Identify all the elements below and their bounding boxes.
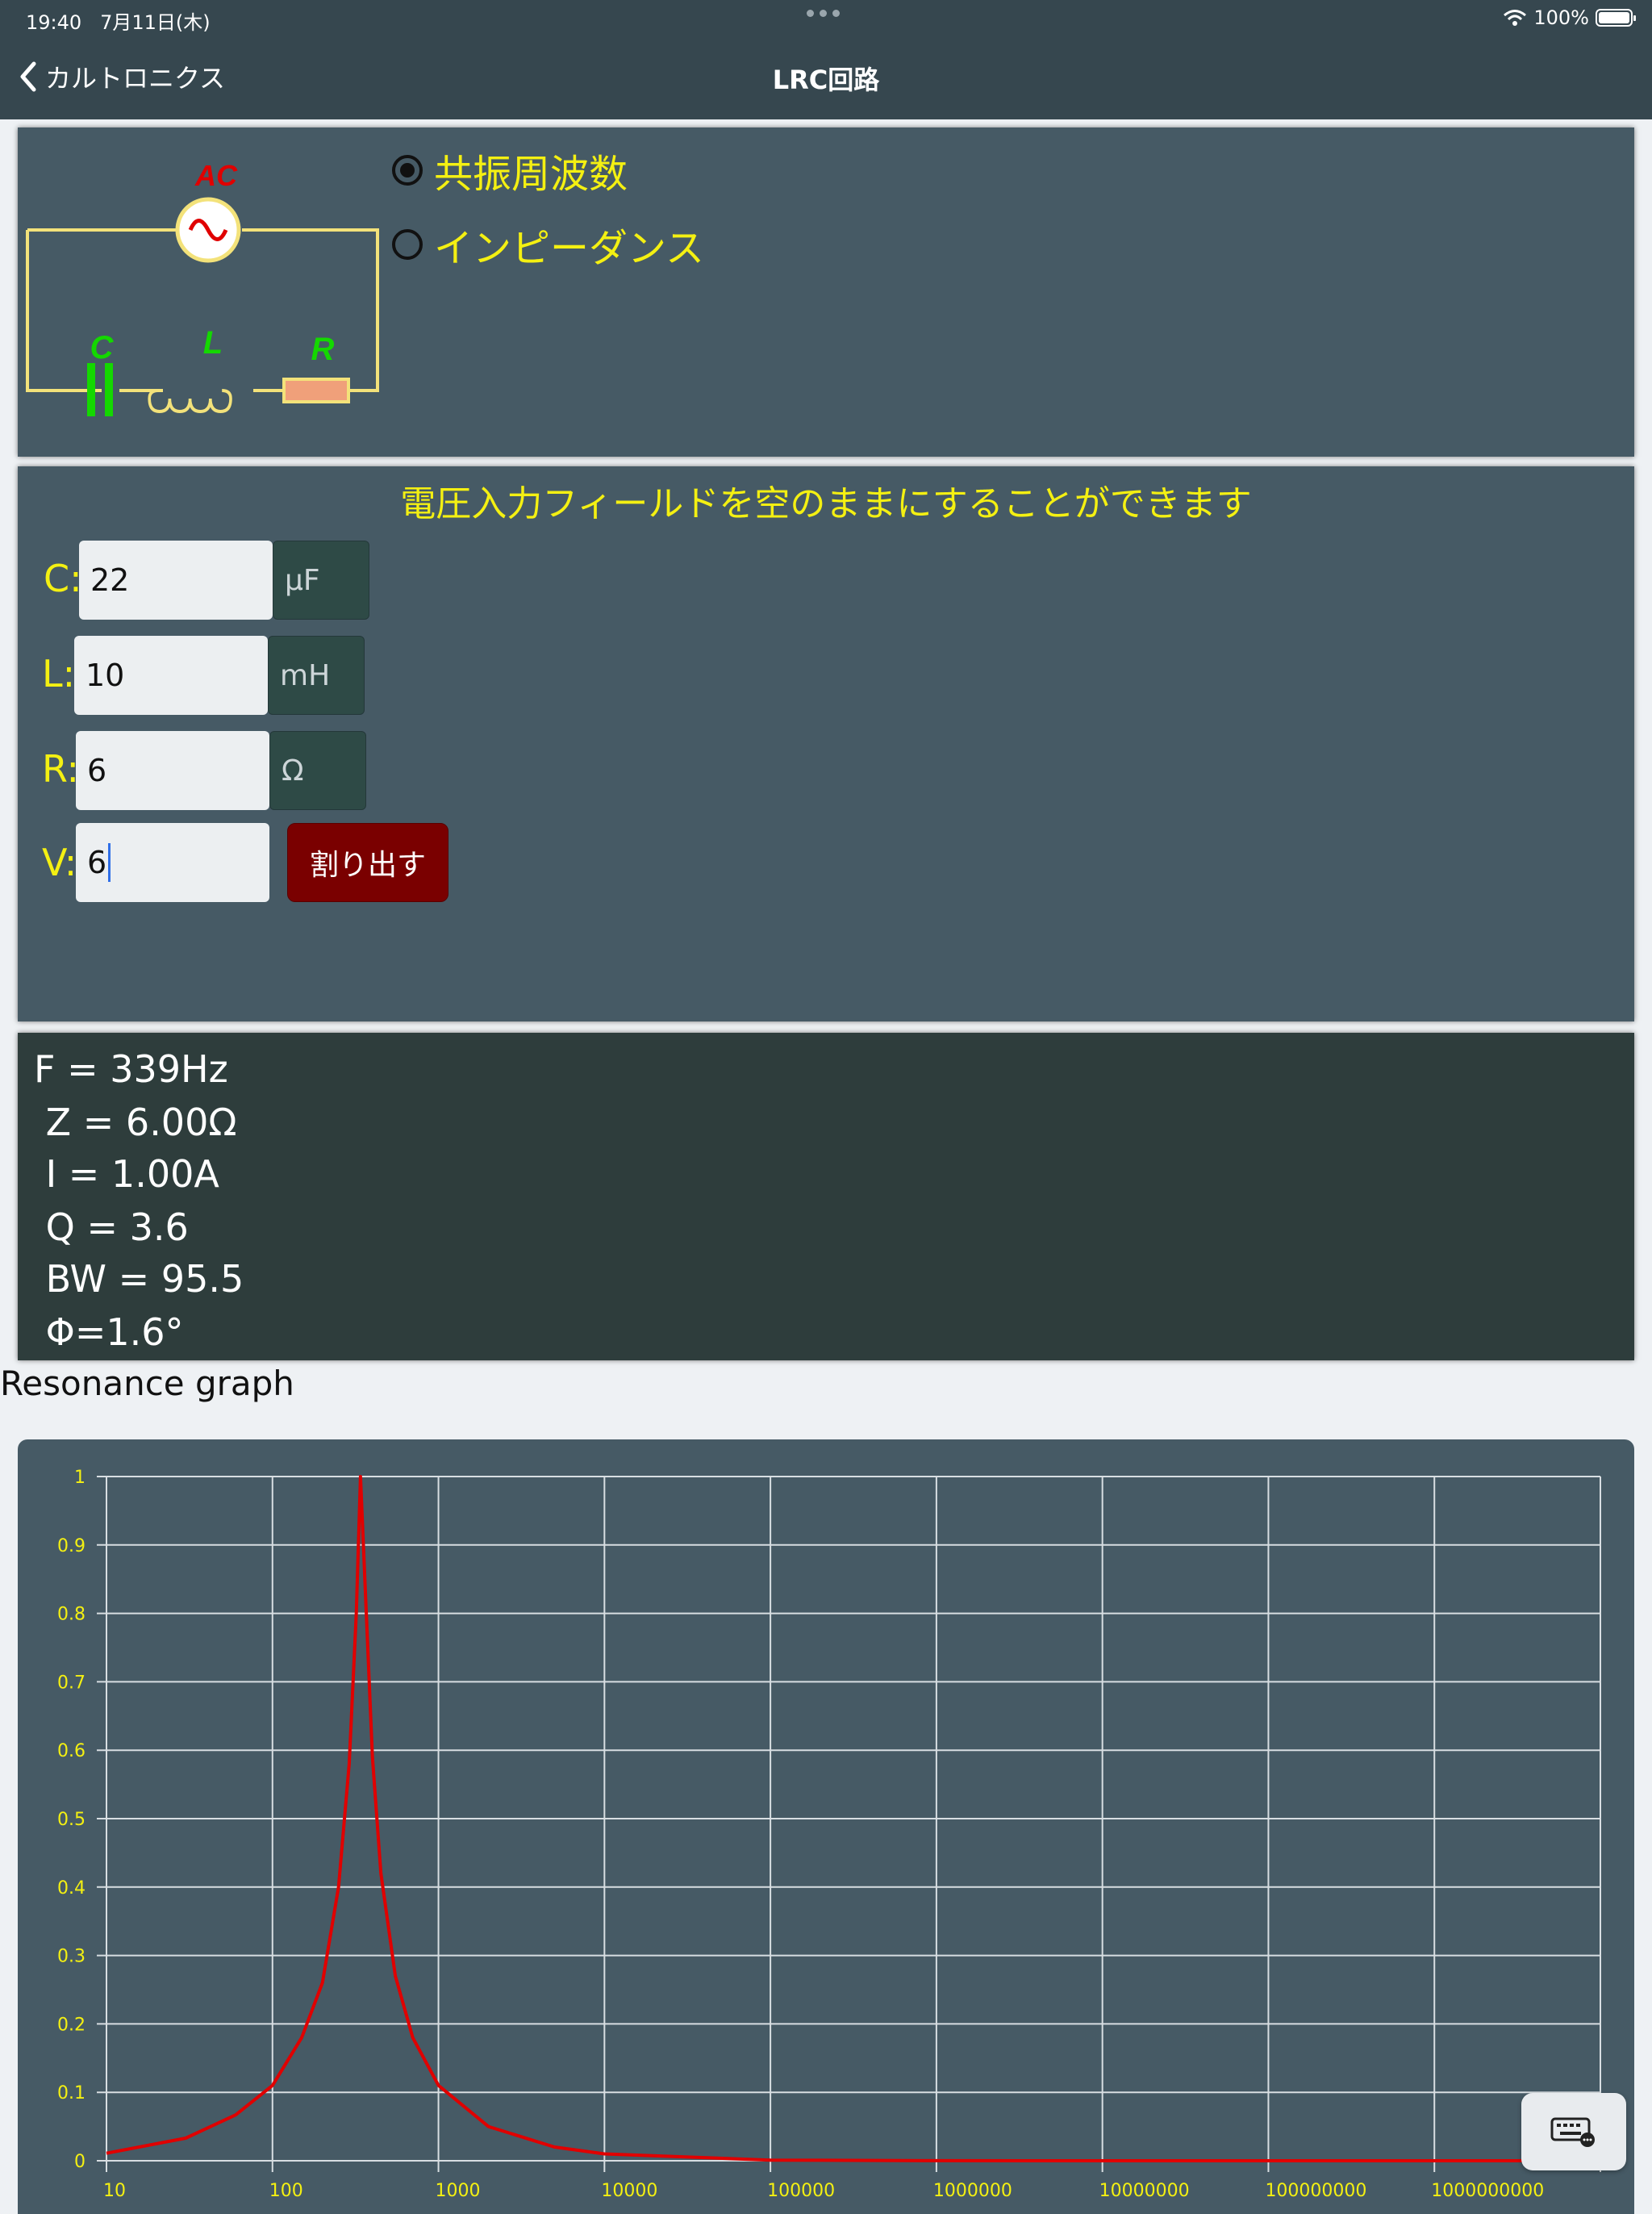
result-frequency: F = 339Hz (34, 1047, 228, 1091)
radio-label: インピーダンス (434, 226, 705, 271)
capacitance-input[interactable]: 22 (79, 541, 273, 620)
x-tick-label: 100000000 (1265, 2181, 1366, 2201)
capacitor-icon (87, 363, 95, 416)
graph-title: Resonance graph (0, 1364, 294, 1403)
status-right: 100% (1503, 6, 1636, 29)
keyboard-icon (1550, 2117, 1595, 2147)
keyboard-toggle-button[interactable] (1521, 2093, 1626, 2170)
x-tick-label: 10000000 (1099, 2181, 1190, 2201)
inductor-icon (148, 389, 232, 414)
status-time: 19:40 7月11日(木) (26, 6, 211, 35)
resonance-graph-panel: 1 0.9 0.8 0.7 0.6 0.5 0.4 0.3 0.2 0.1 0 10 100 1000 10… (18, 1439, 1634, 2214)
result-q-factor: Q = 3.6 (34, 1205, 189, 1249)
battery-icon (1596, 9, 1636, 27)
inductor-label: L (203, 325, 223, 361)
y-tick-label: 0.4 (57, 1878, 86, 1899)
resistance-input[interactable]: 6 (76, 731, 269, 810)
voltage-hint: 電圧入力フィールドを空のままにすることができます (400, 483, 1252, 524)
y-tick-label: 1 (74, 1468, 86, 1488)
lrc-circuit-diagram: AC C L R (26, 159, 379, 416)
voltage-input[interactable]: 6 (76, 823, 269, 902)
y-tick-label: 0.2 (57, 2015, 86, 2035)
wifi-icon (1504, 10, 1527, 26)
circuit-panel: AC C L R 共振周波数 インピーダンス (18, 127, 1634, 457)
page-title: LRC回路 (772, 65, 880, 95)
capacitance-unit[interactable]: μF (273, 541, 369, 620)
y-tick-label: 0.3 (57, 1947, 86, 1967)
voltage-label: V: (42, 841, 77, 884)
inductance-input[interactable]: 10 (74, 636, 268, 715)
results-panel: F = 339Hz Z = 6.00Ω I = 1.00A Q = 3.6 BW… (18, 1033, 1634, 1360)
multitasking-dots-icon[interactable] (807, 10, 840, 17)
y-tick-label: 0 (74, 2152, 86, 2172)
inductance-label: L: (42, 652, 76, 696)
x-tick-label: 100 (269, 2181, 303, 2201)
x-tick-label: 10 (103, 2181, 126, 2201)
top-bar: 19:40 7月11日(木) 100% カルトロニクス LRC回路 (0, 0, 1652, 119)
resonance-chart: 1 0.9 0.8 0.7 0.6 0.5 0.4 0.3 0.2 0.1 0 10 100 1000 10… (57, 1468, 1601, 2201)
resistance-unit[interactable]: Ω (269, 731, 366, 810)
x-tick-label: 10000 (601, 2181, 657, 2201)
resistor-icon (282, 378, 350, 403)
y-tick-label: 0.7 (57, 1673, 86, 1693)
status-date: 7月11日(木) (100, 11, 211, 34)
result-phase: Φ=1.6° (34, 1310, 184, 1354)
radio-unselected-icon (392, 229, 423, 260)
radio-selected-icon (392, 155, 423, 186)
result-impedance: Z = 6.00Ω (34, 1101, 237, 1144)
radio-resonance-frequency[interactable]: 共振周波数 (392, 142, 628, 198)
status-clock: 19:40 (26, 11, 82, 34)
resistor-label: R (311, 332, 335, 367)
result-current: I = 1.00A (34, 1152, 219, 1196)
capacitance-label: C: (44, 557, 82, 600)
y-tick-label: 0.8 (57, 1605, 86, 1625)
y-tick-label: 0.9 (57, 1536, 86, 1556)
result-bandwidth: BW = 95.5 (34, 1257, 244, 1301)
x-tick-label: 100000 (767, 2181, 835, 2201)
resistance-label: R: (42, 747, 80, 791)
input-panel: 電圧入力フィールドを空のままにすることができます C: 22 μF L: 10 … (18, 466, 1634, 1021)
y-tick-label: 0.1 (57, 2083, 86, 2103)
x-tick-label: 1000000 (933, 2181, 1012, 2201)
text-caret (108, 843, 111, 882)
radio-label: 共振周波数 (434, 152, 628, 197)
calculate-button[interactable]: 割り出す (287, 823, 448, 902)
y-tick-label: 0.5 (57, 1810, 86, 1830)
ac-label: AC (194, 159, 238, 192)
x-tick-label: 1000000000 (1431, 2181, 1544, 2201)
battery-percent: 100% (1533, 6, 1589, 29)
y-tick-label: 0.6 (57, 1741, 86, 1761)
capacitor-label: C (90, 330, 115, 366)
inductance-unit[interactable]: mH (268, 636, 365, 715)
x-tick-label: 1000 (436, 2181, 481, 2201)
radio-impedance[interactable]: インピーダンス (392, 216, 704, 273)
